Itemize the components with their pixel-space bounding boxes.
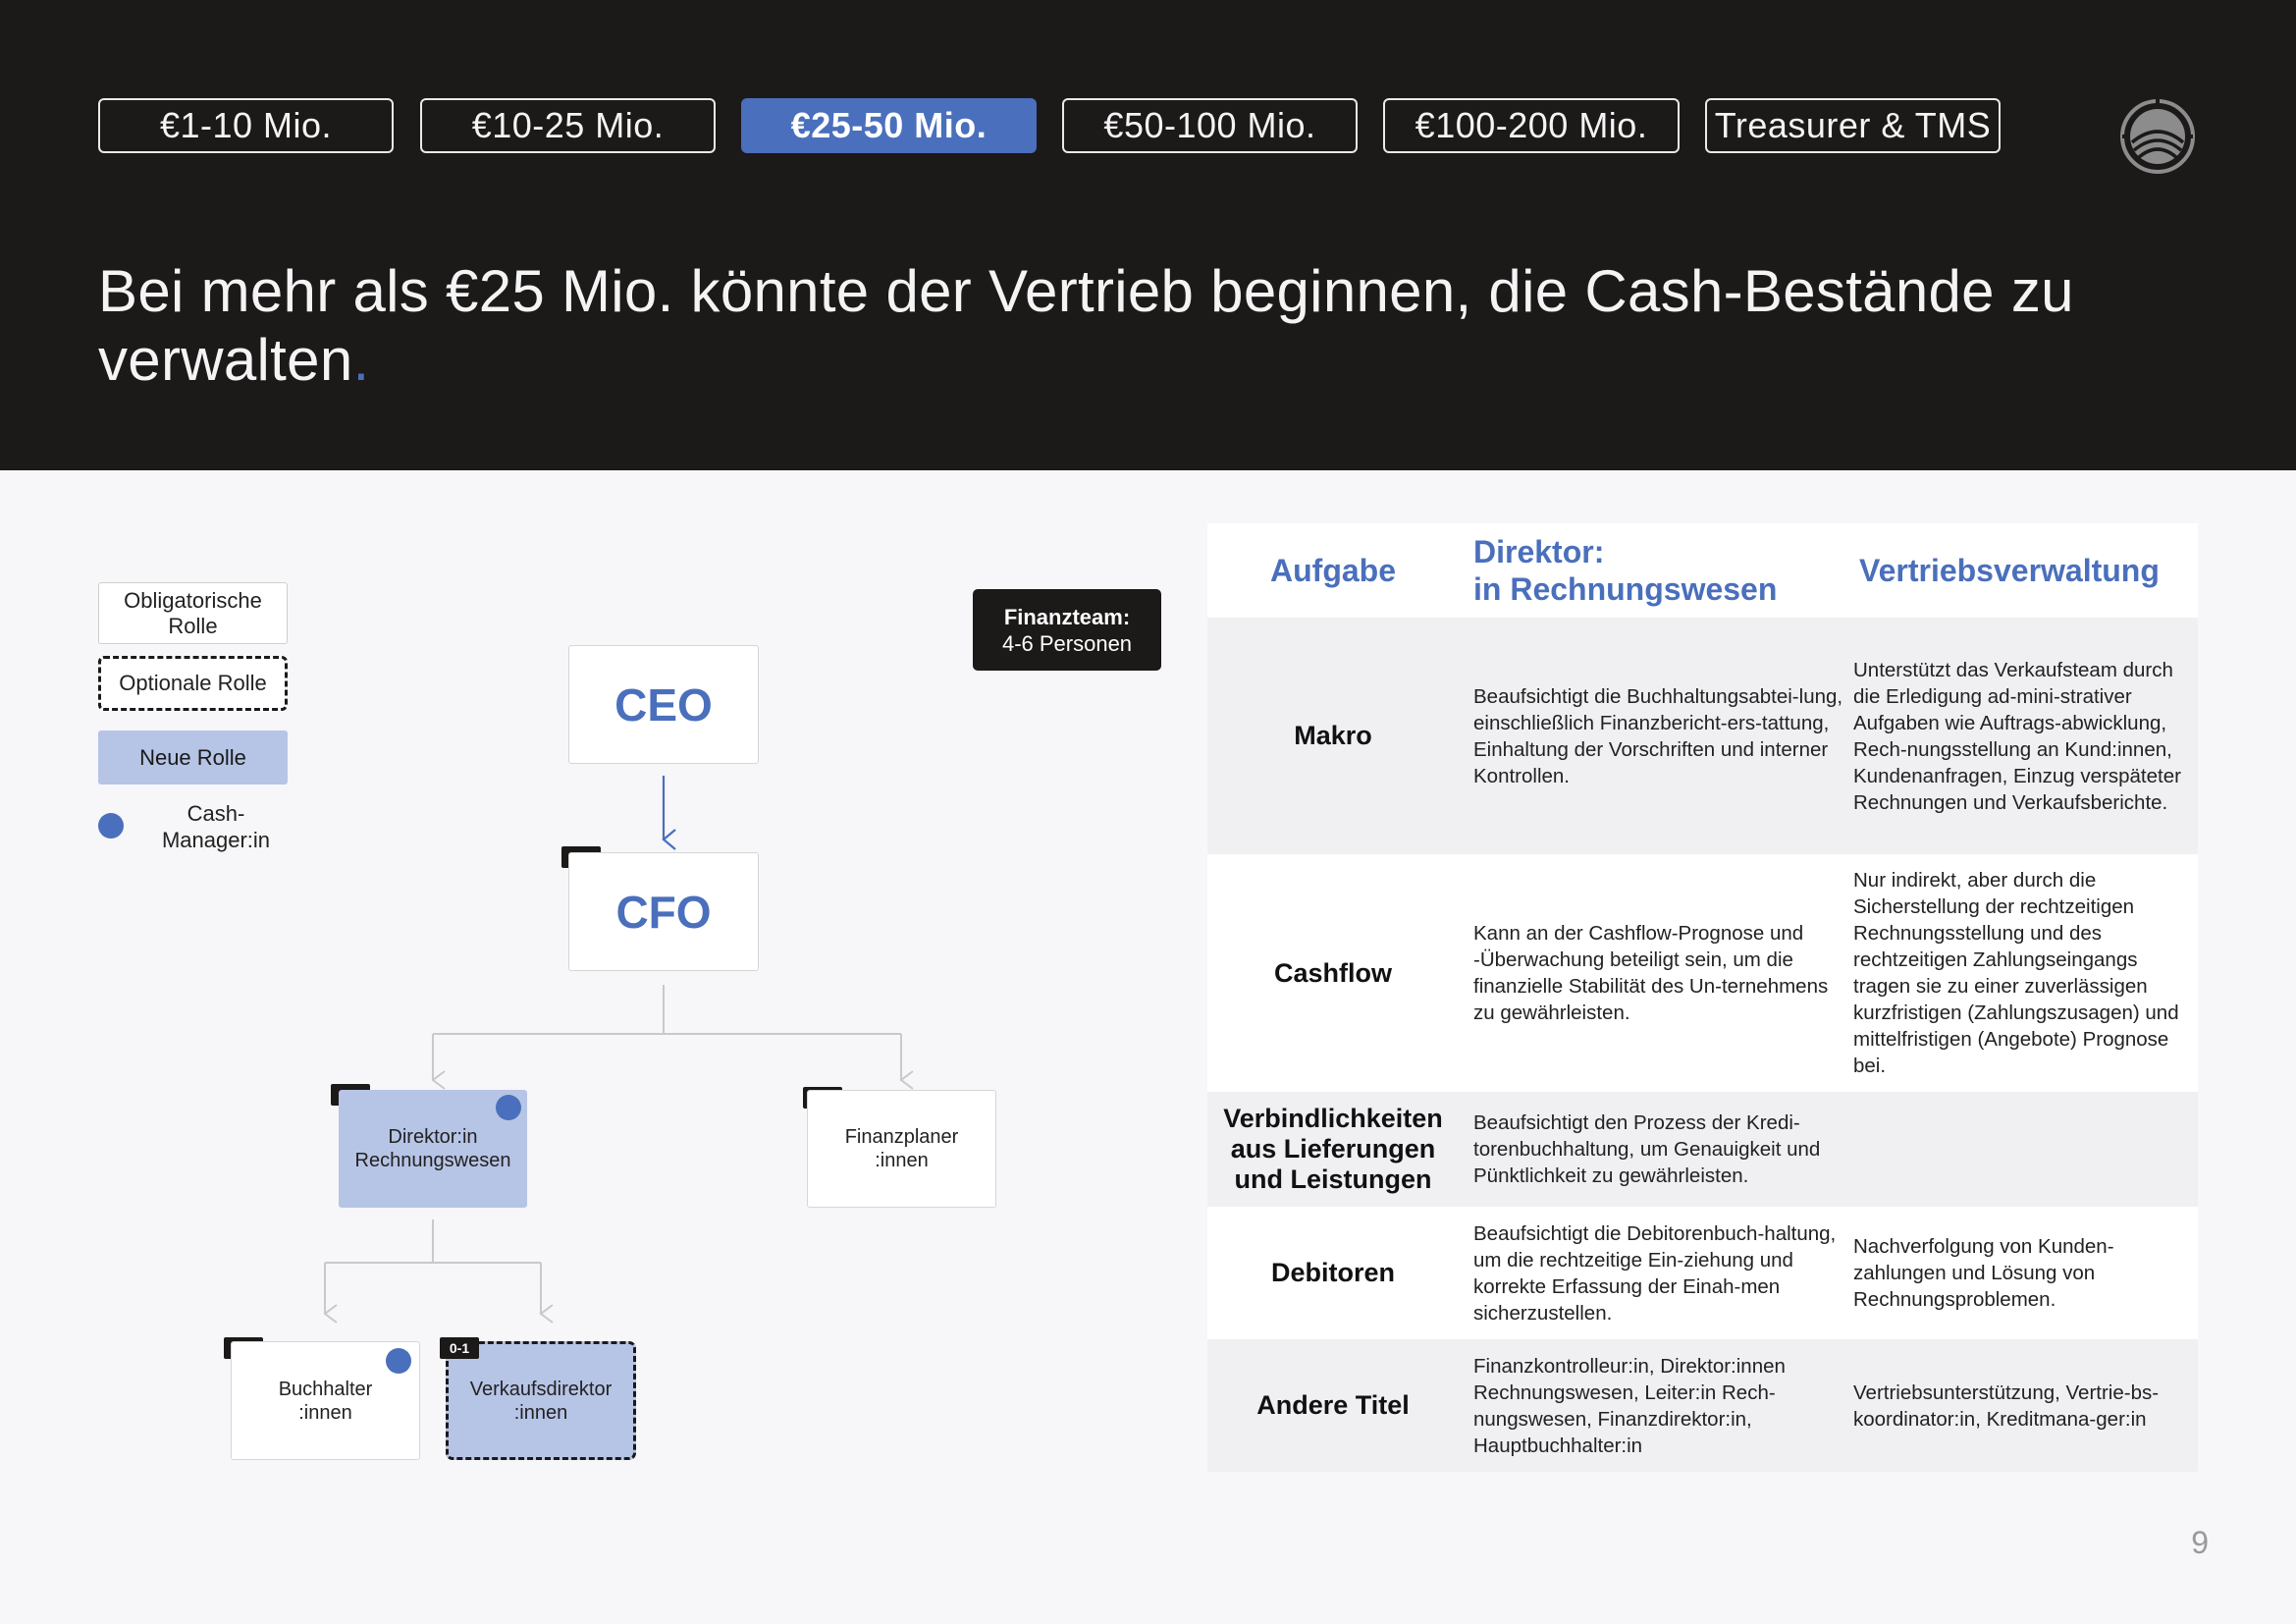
header-director-line1: Direktor: — [1473, 534, 1605, 569]
table-row: Makro Beaufsichtigt die Buchhaltungsabte… — [1207, 618, 2198, 854]
header-director-line2: in Rechnungswesen — [1473, 571, 1778, 607]
planner-line1: Finanzplaner — [844, 1126, 959, 1148]
director-line1: Direktor:in — [388, 1126, 478, 1148]
table-header: Aufgabe Direktor: in Rechnungswesen Vertr… — [1207, 523, 2198, 618]
row-task: Debitoren — [1270, 1258, 1395, 1287]
table-row: Verbindlichkeiten aus Lieferungen und Le… — [1207, 1092, 2198, 1207]
row-sales-text: Nur indirekt, aber durch die Sicherstell… — [1853, 869, 2179, 1077]
row-director-text: Beaufsichtigt die Debitorenbuch-haltung,… — [1473, 1221, 1837, 1325]
row-task: Verbindlichkeiten aus Lieferungen und Le… — [1223, 1104, 1443, 1194]
responsibility-table: Aufgabe Direktor: in Rechnungswesen Vertr… — [1207, 523, 2198, 1472]
row-task: Cashflow — [1273, 957, 1392, 988]
sales-director-line2: :innen — [513, 1401, 568, 1424]
page-number: 9 — [2191, 1525, 2209, 1560]
planner-line2: :innen — [875, 1150, 929, 1171]
director-cash-manager-dot-icon — [496, 1095, 521, 1120]
node-cfo: CFO — [568, 852, 759, 971]
row-director-text: Beaufsichtigt die Buchhaltungsabtei-lung… — [1473, 684, 1843, 787]
table-row: Cashflow Kann an der Cashflow-Prognose u… — [1207, 854, 2198, 1092]
node-sales-director: Verkaufsdirektor:innen — [446, 1341, 636, 1460]
header-director: Direktor: in Rechnungswesen — [1459, 533, 1853, 608]
sales-director-line1: Verkaufsdirektor — [469, 1378, 613, 1400]
bookkeeper-line2: :innen — [298, 1401, 352, 1424]
table-row: Debitoren Beaufsichtigt die Debitorenbuc… — [1207, 1207, 2198, 1339]
row-task: Makro — [1294, 721, 1372, 750]
node-financial-planner: Finanzplaner:innen — [807, 1090, 996, 1208]
row-sales-text: Vertriebsunterstützung, Vertrie-bs-koord… — [1853, 1380, 2160, 1431]
sales-director-count-badge: 0-1 — [440, 1337, 479, 1359]
header-sales-admin: Vertriebsverwaltung — [1859, 553, 2160, 588]
row-director-text: Kann an der Cashflow-Prognose und -Überw… — [1473, 922, 1829, 1024]
header-task: Aufgabe — [1270, 553, 1396, 588]
bookkeeper-line1: Buchhalter — [278, 1378, 373, 1400]
table-row: Andere Titel Finanzkontrolleur:in, Direk… — [1207, 1339, 2198, 1472]
row-sales-text: Nachverfolgung von Kunden-zahlungen und … — [1853, 1235, 2114, 1311]
node-ceo: CEO — [568, 645, 759, 764]
director-line2: Rechnungswesen — [354, 1150, 511, 1171]
row-director-text: Finanzkontrolleur:in, Direktor:innen Rec… — [1473, 1354, 1786, 1457]
row-director-text: Beaufsichtigt den Prozess der Kredi-tore… — [1473, 1111, 1821, 1187]
row-sales-text: Unterstützt das Verkaufsteam durch die E… — [1853, 658, 2181, 814]
bookkeeper-cash-manager-dot-icon — [386, 1348, 411, 1374]
row-task: Andere Titel — [1256, 1390, 1410, 1420]
